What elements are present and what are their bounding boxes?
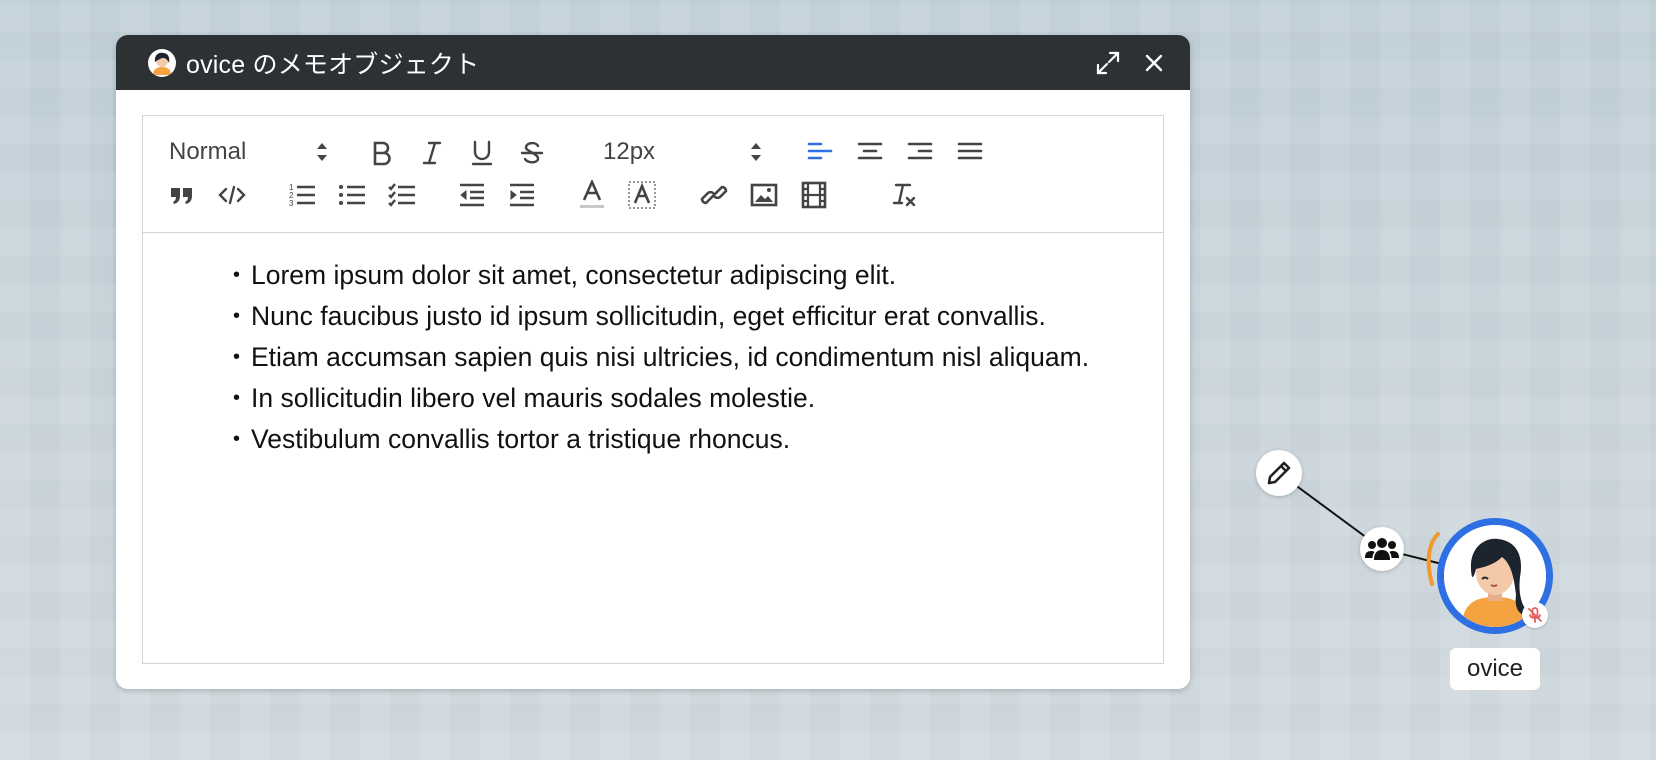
indent-icon [510, 183, 534, 207]
pencil-icon [1267, 461, 1291, 485]
align-center-icon [857, 142, 883, 160]
video-icon [801, 181, 827, 209]
outdent-icon [460, 183, 484, 207]
list-item: In sollicitudin libero vel mauris sodale… [233, 378, 1137, 419]
code-icon [218, 185, 246, 205]
editor-content[interactable]: Lorem ipsum dolor sit amet, consectetur … [143, 233, 1163, 460]
list-item: Vestibulum convallis tortor a tristique … [233, 419, 1137, 460]
avatar-icon [148, 48, 176, 77]
list-item: Nunc faucibus justo id ipsum sollicitudi… [233, 296, 1137, 337]
code-button[interactable] [217, 178, 247, 212]
blockquote-icon [171, 188, 192, 204]
indent-button[interactable] [507, 178, 537, 212]
editor-toolbar: Normal 12px 1 2 3 [143, 116, 1163, 233]
link-button[interactable] [699, 178, 729, 212]
font-size-select[interactable]: 12px [603, 135, 763, 169]
mic-off-icon [1528, 607, 1542, 623]
strike-button[interactable] [517, 136, 547, 170]
bullet-list-icon [339, 185, 365, 205]
text-color-icon [580, 180, 604, 208]
underline-icon [471, 140, 493, 166]
bullet-list-button[interactable] [337, 178, 367, 212]
bold-button[interactable] [367, 136, 397, 170]
image-icon [750, 183, 778, 207]
align-right-icon [907, 142, 933, 160]
ordered-list-button[interactable]: 123 [287, 178, 317, 212]
text-color-button[interactable] [577, 178, 607, 212]
image-button[interactable] [749, 178, 779, 212]
bold-icon [373, 141, 391, 166]
editor: Normal 12px 1 2 3 • Lorem ipsum dolor si… [142, 115, 1164, 664]
align-right-button[interactable] [905, 136, 935, 170]
strike-icon [520, 141, 544, 164]
bullet-list: Lorem ipsum dolor sit amet, consectetur … [233, 255, 1137, 460]
svg-text:3: 3 [289, 199, 294, 208]
blockquote-button[interactable] [167, 178, 197, 212]
close-button[interactable] [1136, 45, 1172, 81]
expand-button[interactable] [1090, 45, 1126, 81]
clear-format-icon [892, 183, 916, 207]
check-list-icon [388, 183, 415, 207]
edit-memo-button[interactable] [1256, 450, 1302, 496]
window-title: ovice のメモオブジェクト [186, 50, 480, 79]
window-titlebar[interactable]: ovice のメモオブジェクト [116, 35, 1190, 90]
align-justify-icon [957, 142, 983, 160]
align-justify-button[interactable] [955, 136, 985, 170]
memo-window: ovice のメモオブジェクト Normal 12px 1 2 3 • Lore… [116, 35, 1190, 689]
underline-button[interactable] [467, 136, 497, 170]
user-name: ovice [1466, 655, 1524, 682]
video-button[interactable] [799, 178, 829, 212]
check-list-button[interactable] [387, 178, 417, 212]
heading-select[interactable]: Normal [169, 135, 329, 169]
align-left-button[interactable] [805, 136, 835, 170]
italic-button[interactable] [417, 136, 447, 170]
expand-icon [1096, 51, 1120, 74]
list-item: Etiam accumsan sapien quis nisi ultricie… [233, 337, 1137, 378]
list-item: Lorem ipsum dolor sit amet, consectetur … [233, 255, 1137, 296]
mic-muted-badge [1522, 602, 1548, 628]
group-icon [1365, 538, 1399, 560]
select-arrows-icon [751, 143, 761, 161]
heading-select-value: Normal [169, 138, 247, 165]
select-arrows-icon [317, 143, 327, 161]
user-name-tag[interactable]: ovice [1450, 648, 1540, 690]
align-left-icon [807, 142, 833, 160]
close-icon [1145, 54, 1163, 71]
italic-icon [422, 141, 442, 165]
font-size-select-value: 12px [603, 138, 656, 165]
ordered-list-icon: 123 [289, 183, 315, 208]
background-color-button[interactable] [627, 178, 657, 212]
clear-format-button[interactable] [889, 178, 919, 212]
outdent-button[interactable] [457, 178, 487, 212]
align-center-button[interactable] [855, 136, 885, 170]
group-button[interactable] [1360, 527, 1404, 571]
link-icon [700, 185, 728, 205]
background-color-icon [628, 181, 656, 209]
